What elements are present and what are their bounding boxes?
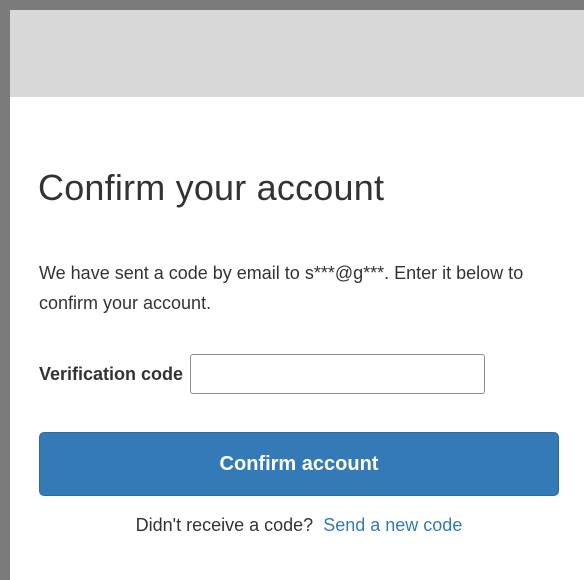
verification-code-input[interactable]	[190, 354, 486, 394]
send-new-code-link[interactable]: Send a new code	[323, 515, 462, 535]
confirm-account-button[interactable]: Confirm account	[39, 432, 559, 496]
header-bar	[10, 10, 584, 97]
resend-code-row: Didn't receive a code? Send a new code	[39, 515, 559, 536]
confirm-account-form: Confirm your account We have sent a code…	[10, 97, 584, 580]
page-frame: Confirm your account We have sent a code…	[0, 0, 584, 580]
verification-code-row: Verification code	[39, 352, 486, 396]
page-title: Confirm your account	[38, 167, 385, 208]
verification-code-label: Verification code	[39, 363, 184, 384]
resend-prompt: Didn't receive a code?	[135, 515, 314, 535]
code-sent-message: We have sent a code by email to s***@g**…	[39, 263, 524, 313]
